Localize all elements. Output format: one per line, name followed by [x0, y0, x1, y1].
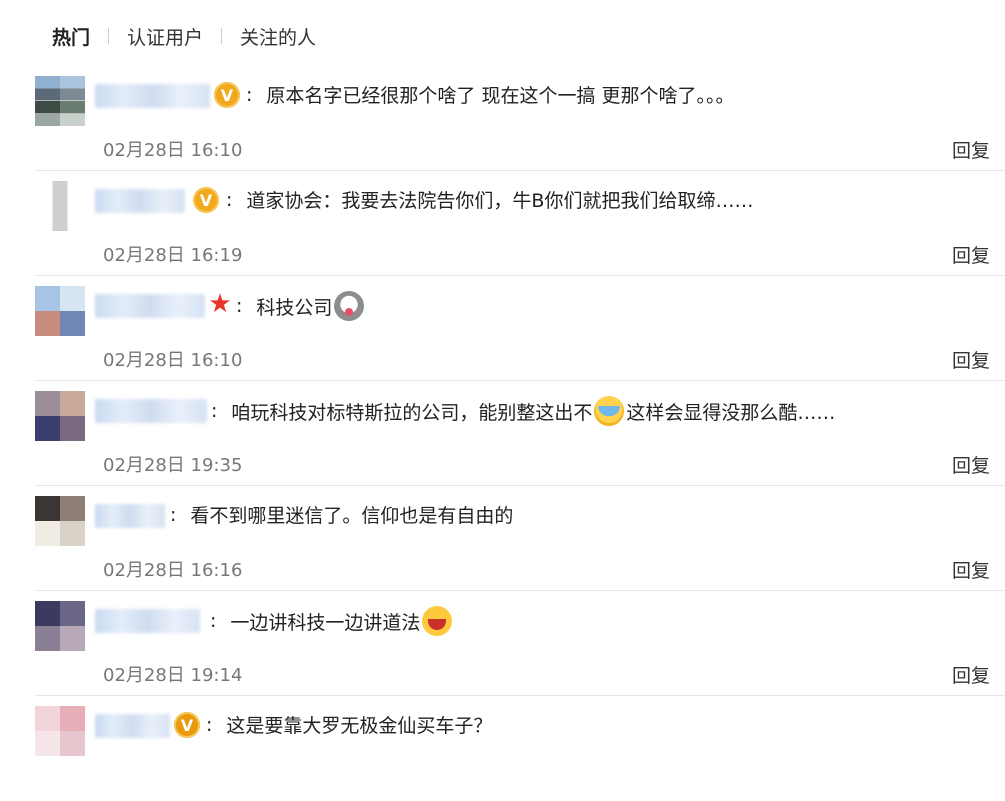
- comment-item: : 一边讲科技一边讲道法 02月28日 19:14 回复: [0, 591, 1005, 696]
- verified-badge-icon: V: [174, 712, 200, 738]
- colon: :: [246, 83, 253, 106]
- colon: :: [226, 188, 233, 211]
- comment-text: : 原本名字已经很那个啥了 现在这个一搞 更那个啥了。。。: [246, 81, 735, 108]
- reply-button[interactable]: 回复: [952, 661, 990, 688]
- comment-text: : 科技公司: [236, 291, 366, 321]
- avatar[interactable]: [35, 496, 85, 546]
- username-blurred[interactable]: [95, 189, 185, 213]
- comment-item: : 看不到哪里迷信了。信仰也是有自由的 02月28日 16:16 回复: [0, 486, 1005, 591]
- comment-content: 科技公司: [256, 296, 333, 319]
- avatar[interactable]: [35, 391, 85, 441]
- comment-item: V : 原本名字已经很那个啥了 现在这个一搞 更那个啥了。。。 02月28日 1…: [0, 66, 1005, 171]
- tab-separator: [221, 28, 223, 44]
- comment-item: : 咱玩科技对标特斯拉的公司，能别整这出不 这样会显得没那么酷…… 02月28日…: [0, 381, 1005, 486]
- username-blurred[interactable]: [95, 84, 210, 108]
- comment-content-continued: 这样会显得没那么酷……: [626, 401, 836, 424]
- tab-hot[interactable]: 热门: [52, 23, 90, 50]
- verified-badge-icon: V: [193, 187, 219, 213]
- comment-filter-tabs: 热门 认证用户 关注的人: [52, 20, 316, 52]
- comment-content: 看不到哪里迷信了。信仰也是有自由的: [190, 505, 514, 527]
- avatar[interactable]: [35, 601, 85, 651]
- username-blurred[interactable]: [95, 399, 207, 423]
- tab-following[interactable]: 关注的人: [240, 23, 316, 50]
- username-blurred[interactable]: [95, 504, 165, 528]
- comment-text: : 看不到哪里迷信了。信仰也是有自由的: [170, 501, 513, 528]
- reply-button[interactable]: 回复: [952, 136, 990, 163]
- colon: :: [206, 713, 213, 736]
- comment-content: 这是要靠大罗无极金仙买车子？: [226, 715, 493, 737]
- username-blurred[interactable]: [95, 714, 170, 738]
- comment-text: : 这是要靠大罗无极金仙买车子？: [206, 711, 492, 738]
- comment-item: V : 这是要靠大罗无极金仙买车子？: [0, 696, 1005, 801]
- colon: :: [211, 400, 218, 422]
- comment-content: 原本名字已经很那个啥了 现在这个一搞 更那个啥了。。。: [266, 85, 735, 107]
- tab-separator: [108, 28, 110, 44]
- reply-button[interactable]: 回复: [952, 346, 990, 373]
- laughing-face-icon: [422, 606, 453, 636]
- comment-timestamp: 02月28日 19:14: [103, 665, 243, 686]
- comment-timestamp: 02月28日 16:10: [103, 140, 243, 161]
- verified-badge-icon: V: [214, 82, 240, 108]
- comment-text: : 一边讲科技一边讲道法: [210, 606, 454, 636]
- tab-verified-users[interactable]: 认证用户: [127, 23, 203, 50]
- avatar[interactable]: [35, 706, 85, 756]
- comment-text: : 咱玩科技对标特斯拉的公司，能别整这出不 这样会显得没那么酷……: [211, 396, 835, 426]
- comment-item: ★ : 科技公司 02月28日 16:10 回复: [0, 276, 1005, 381]
- dog-face-icon: [334, 291, 365, 321]
- colon: :: [170, 503, 177, 526]
- crying-laughing-icon: [594, 396, 625, 426]
- reply-button[interactable]: 回复: [952, 451, 990, 478]
- comment-text: : 道家协会：我要去法院告你们，牛B你们就把我们给取缔……: [226, 186, 753, 213]
- colon: :: [236, 295, 243, 317]
- comment-content: 咱玩科技对标特斯拉的公司，能别整这出不: [231, 401, 593, 424]
- colon: :: [210, 610, 217, 632]
- comment-timestamp: 02月28日 16:19: [103, 245, 243, 266]
- star-badge-icon: ★: [208, 289, 232, 319]
- avatar[interactable]: [35, 286, 85, 336]
- comment-timestamp: 02月28日 19:35: [103, 455, 243, 476]
- reply-button[interactable]: 回复: [952, 556, 990, 583]
- avatar[interactable]: [35, 181, 85, 231]
- comment-timestamp: 02月28日 16:10: [103, 350, 243, 371]
- comment-item: V : 道家协会：我要去法院告你们，牛B你们就把我们给取缔…… 02月28日 1…: [0, 171, 1005, 276]
- comment-content: 道家协会：我要去法院告你们，牛B你们就把我们给取缔……: [246, 190, 754, 212]
- comment-content: 一边讲科技一边讲道法: [230, 611, 421, 634]
- comment-timestamp: 02月28日 16:16: [103, 560, 243, 581]
- username-blurred[interactable]: [95, 609, 200, 633]
- reply-button[interactable]: 回复: [952, 241, 990, 268]
- username-blurred[interactable]: [95, 294, 205, 318]
- avatar[interactable]: [35, 76, 85, 126]
